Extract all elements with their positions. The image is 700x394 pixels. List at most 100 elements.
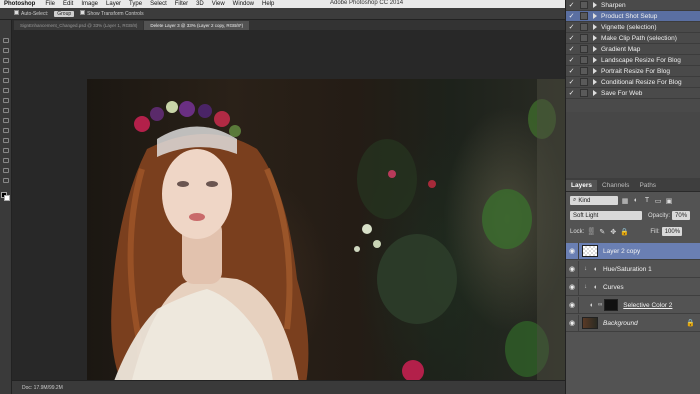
image-canvas[interactable] (87, 79, 572, 394)
layer-name[interactable]: Background (603, 320, 638, 327)
lock-position-icon[interactable]: ✥ (609, 228, 617, 236)
pixel-filter-icon[interactable]: ▦ (621, 197, 629, 205)
dodge-tool-icon[interactable] (3, 158, 9, 163)
action-portrait-resize[interactable]: ✓ Portrait Resize For Blog (566, 66, 700, 77)
menu-file[interactable]: File (41, 1, 59, 7)
fill-input[interactable]: 100% (661, 227, 682, 236)
dialog-toggle-box[interactable] (580, 67, 588, 75)
action-landscape-resize[interactable]: ✓ Landscape Resize For Blog (566, 55, 700, 66)
expand-triangle-icon[interactable] (593, 2, 597, 8)
expand-triangle-icon[interactable] (593, 57, 597, 63)
layer-row-selective-color[interactable]: ◉ ◐ ∞ Selective Color 2 (566, 296, 700, 314)
visibility-eye-icon[interactable]: ◉ (566, 247, 578, 255)
tab-channels[interactable]: Channels (597, 180, 634, 191)
lock-transparent-pixels-icon[interactable]: ▒ (587, 228, 595, 236)
layer-row-layer-2-copy[interactable]: ◉ Layer 2 copy (566, 242, 700, 260)
dialog-toggle-box[interactable] (580, 23, 588, 31)
history-brush-tool-icon[interactable] (3, 128, 9, 133)
show-transform-checkbox[interactable] (80, 10, 86, 15)
background-color-swatch[interactable] (4, 195, 10, 201)
dialog-toggle-box[interactable] (580, 1, 588, 9)
visibility-eye-icon[interactable]: ◉ (566, 283, 578, 291)
expand-triangle-icon[interactable] (593, 68, 597, 74)
layer-row-curves[interactable]: ◉ ↓ ◐ Curves (566, 278, 700, 296)
dialog-toggle-box[interactable] (580, 34, 588, 42)
action-gradient-map[interactable]: ✓ Gradient Map (566, 44, 700, 55)
app-menu[interactable]: Photoshop (0, 1, 41, 7)
clone-stamp-tool-icon[interactable] (3, 118, 9, 123)
action-check-icon[interactable]: ✓ (566, 67, 577, 75)
chain-link-icon[interactable]: ∞ (598, 302, 602, 308)
shape-filter-icon[interactable]: ▭ (654, 197, 662, 205)
layer-row-background[interactable]: ◉ Background 🔒 (566, 314, 700, 332)
menu-view[interactable]: View (208, 1, 229, 7)
menu-select[interactable]: Select (146, 1, 171, 7)
kind-filter-dropdown[interactable]: ⌕ Kind (570, 196, 618, 205)
auto-select-option[interactable]: Auto-Select: (14, 10, 48, 17)
dialog-toggle-box[interactable] (580, 45, 588, 53)
action-check-icon[interactable]: ✓ (566, 89, 577, 97)
auto-select-checkbox[interactable] (14, 10, 19, 15)
dialog-toggle-box[interactable] (580, 89, 588, 97)
visibility-eye-icon[interactable]: ◉ (566, 265, 578, 273)
opacity-input[interactable]: 70% (672, 211, 691, 220)
expand-triangle-icon[interactable] (593, 13, 597, 19)
action-check-icon[interactable]: ✓ (566, 12, 577, 20)
menu-filter[interactable]: Filter (171, 1, 192, 7)
lock-all-icon[interactable]: 🔒 (620, 228, 629, 236)
action-make-clip-path[interactable]: ✓ Make Clip Path (selection) (566, 33, 700, 44)
action-check-icon[interactable]: ✓ (566, 23, 577, 31)
lock-image-pixels-icon[interactable]: ✎ (598, 228, 606, 236)
pen-tool-icon[interactable] (3, 168, 9, 173)
doc-info[interactable]: Doc: 17.9M/99.2M (22, 385, 63, 391)
crop-tool-icon[interactable] (3, 78, 9, 83)
dialog-toggle-box[interactable] (580, 12, 588, 20)
layer-name[interactable]: Hue/Saturation 1 (603, 266, 652, 273)
action-sharpen[interactable]: ✓ Sharpen (566, 0, 700, 11)
gradient-tool-icon[interactable] (3, 148, 9, 153)
dialog-toggle-box[interactable] (580, 56, 588, 64)
eyedropper-tool-icon[interactable] (3, 88, 9, 93)
dialog-toggle-box[interactable] (580, 78, 588, 86)
tab-paths[interactable]: Paths (634, 180, 661, 191)
menu-type[interactable]: Type (125, 1, 146, 7)
action-check-icon[interactable]: ✓ (566, 34, 577, 42)
move-tool-icon[interactable] (3, 38, 9, 43)
expand-triangle-icon[interactable] (593, 24, 597, 30)
menu-edit[interactable]: Edit (59, 1, 77, 7)
document-tab-active[interactable]: Delete Layer 3 @ 33% (Layer 2 copy, RGB/… (144, 21, 250, 30)
adjustment-filter-icon[interactable]: ◐ (632, 197, 640, 205)
lasso-tool-icon[interactable] (3, 58, 9, 63)
action-conditional-resize[interactable]: ✓ Conditional Resize For Blog (566, 77, 700, 88)
action-vignette[interactable]: ✓ Vignette (selection) (566, 22, 700, 33)
layer-name[interactable]: Curves (603, 284, 624, 291)
action-product-shot-setup[interactable]: ✓ Product Shot Setup (566, 11, 700, 22)
show-transform-option[interactable]: Show Transform Controls (80, 10, 144, 17)
brush-tool-icon[interactable] (3, 108, 9, 113)
auto-select-dropdown[interactable]: Group (54, 10, 75, 17)
quick-select-tool-icon[interactable] (3, 68, 9, 73)
expand-triangle-icon[interactable] (593, 35, 597, 41)
document-tab[interactable]: SignEnhancement_Changed.psd @ 33% (Layer… (14, 21, 144, 30)
type-tool-icon[interactable] (3, 178, 9, 183)
smart-object-filter-icon[interactable]: ▣ (665, 197, 673, 205)
menu-window[interactable]: Window (229, 1, 258, 7)
menu-layer[interactable]: Layer (102, 1, 125, 7)
visibility-eye-icon[interactable]: ◉ (566, 301, 578, 309)
tab-layers[interactable]: Layers (566, 180, 597, 191)
menu-help[interactable]: Help (258, 1, 278, 7)
layer-mask-thumbnail[interactable] (604, 299, 619, 311)
expand-triangle-icon[interactable] (593, 46, 597, 52)
type-filter-icon[interactable]: T (643, 197, 651, 205)
layer-thumbnail[interactable] (582, 245, 598, 257)
action-save-for-web[interactable]: ✓ Save For Web (566, 88, 700, 99)
menu-3d[interactable]: 3D (192, 1, 208, 7)
expand-triangle-icon[interactable] (593, 79, 597, 85)
visibility-eye-icon[interactable]: ◉ (566, 319, 578, 327)
layer-name[interactable]: Layer 2 copy (603, 248, 640, 255)
marquee-tool-icon[interactable] (3, 48, 9, 53)
blend-mode-dropdown[interactable]: Soft Light (570, 211, 642, 220)
action-check-icon[interactable]: ✓ (566, 45, 577, 53)
action-check-icon[interactable]: ✓ (566, 1, 577, 9)
healing-brush-tool-icon[interactable] (3, 98, 9, 103)
